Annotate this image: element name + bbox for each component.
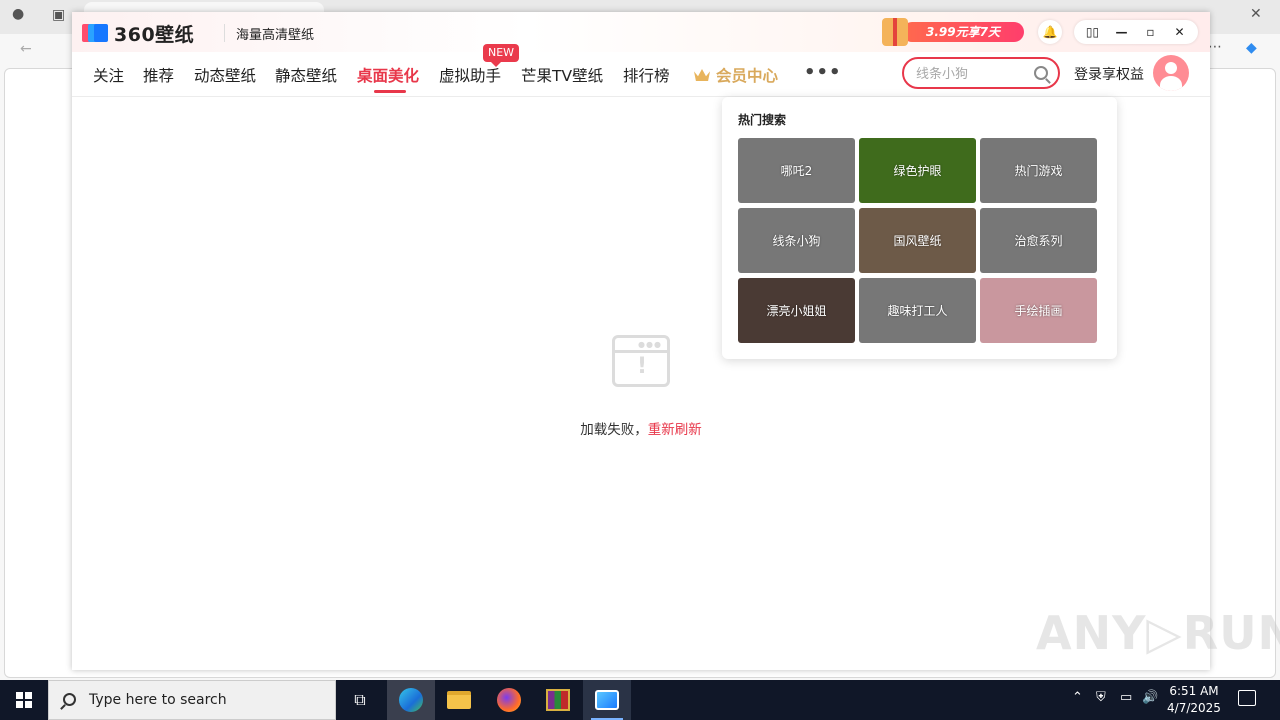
back-arrow-icon[interactable]: ← <box>20 41 32 57</box>
app-logo: 360壁纸 <box>82 21 195 46</box>
active-tab-indicator <box>374 90 406 93</box>
retry-link[interactable]: 重新刷新 <box>648 422 702 438</box>
load-error-message: 加载失败，重新刷新 <box>72 418 1210 438</box>
hot-search-tile[interactable]: 漂亮小姐姐 <box>738 278 855 343</box>
nav-tab-virtual-assistant[interactable]: 虚拟助手 <box>439 64 501 86</box>
firefox-icon <box>497 688 521 712</box>
hot-search-tile[interactable]: 线条小狗 <box>738 208 855 273</box>
taskbar: Type here to search ⧉ ⌃ ⛨ ▭ 🔊 6:51 AM 4/… <box>0 680 1280 720</box>
volume-icon[interactable]: 🔊 <box>1142 690 1158 705</box>
new-badge: NEW <box>483 44 520 67</box>
search-icon[interactable] <box>1034 66 1048 80</box>
browser-menu-icon[interactable]: ⋯ <box>1208 39 1222 55</box>
hot-search-grid: 哪吒2 绿色护眼 热门游戏 线条小狗 国风壁纸 治愈系列 漂亮小姐姐 趣味打工人… <box>738 138 1099 343</box>
nav-tab-static-wallpaper[interactable]: 静态壁纸 <box>275 64 337 86</box>
search-box <box>902 57 1060 89</box>
copilot-icon[interactable]: ◆ <box>1246 40 1257 56</box>
network-icon[interactable]: ▭ <box>1120 690 1132 705</box>
promo-text: 3.99元享7天 <box>902 22 1024 42</box>
search-icon <box>63 693 76 706</box>
nav-tab-recommend[interactable]: 推荐 <box>143 64 174 86</box>
nav-tab-desktop-beautify[interactable]: 桌面美化 <box>357 64 419 86</box>
minimize-button[interactable]: — <box>1109 25 1135 39</box>
taskbar-file-explorer[interactable] <box>435 680 483 720</box>
notification-bell-button[interactable]: 🔔 <box>1038 20 1062 44</box>
taskbar-edge[interactable] <box>387 680 435 720</box>
mini-mode-button[interactable]: ▯▯ <box>1080 25 1106 39</box>
folder-icon <box>447 691 471 709</box>
search-input[interactable] <box>916 64 1026 84</box>
title-divider <box>224 24 225 42</box>
nav-tab-dynamic-wallpaper[interactable]: 动态壁纸 <box>194 64 256 86</box>
windows-logo-icon <box>16 692 32 708</box>
clock-time: 6:51 AM <box>1169 684 1219 698</box>
logo-text: 360壁纸 <box>114 23 195 46</box>
anyrun-watermark: ANY▷RUN <box>1036 606 1280 660</box>
tab-actions-icon[interactable]: ▣ <box>52 7 65 23</box>
nav-tab-follow[interactable]: 关注 <box>93 64 124 86</box>
hot-search-tile[interactable]: 趣味打工人 <box>859 278 976 343</box>
clock-date: 4/7/2025 <box>1167 701 1221 715</box>
window-controls: ▯▯ — ▫ ✕ <box>1074 20 1198 44</box>
hot-search-tile[interactable]: 绿色护眼 <box>859 138 976 203</box>
show-hidden-icons-button[interactable]: ⌃ <box>1072 690 1083 705</box>
app-tagline: 海量高清壁纸 <box>236 28 315 43</box>
more-menu-button[interactable]: ••• <box>804 62 842 83</box>
hot-search-tile[interactable]: 哪吒2 <box>738 138 855 203</box>
hot-search-title: 热门搜索 <box>738 113 787 127</box>
wallpaper-app-icon <box>595 690 619 710</box>
hot-search-tile[interactable]: 国风壁纸 <box>859 208 976 273</box>
hot-search-dropdown: 热门搜索 哪吒2 绿色护眼 热门游戏 线条小狗 国风壁纸 治愈系列 漂亮小姐姐 … <box>722 97 1117 359</box>
notification-center-icon[interactable] <box>1238 690 1256 706</box>
task-view-button[interactable]: ⧉ <box>336 680 384 720</box>
nav-tab-mango-tv[interactable]: 芒果TV壁纸 <box>521 64 603 86</box>
hot-search-tile[interactable]: 热门游戏 <box>980 138 1097 203</box>
avatar[interactable] <box>1153 55 1189 91</box>
start-button[interactable] <box>0 680 48 720</box>
winrar-icon <box>546 689 570 711</box>
taskbar-winrar[interactable] <box>534 680 582 720</box>
task-view-icon: ⧉ <box>354 690 366 709</box>
wallpaper-app-window: 360壁纸 海量高清壁纸 3.99元享7天 🔔 ▯▯ — ▫ ✕ 关注 推荐 动… <box>72 12 1210 670</box>
hot-search-tile[interactable]: 手绘插画 <box>980 278 1097 343</box>
close-button[interactable]: ✕ <box>1167 25 1193 39</box>
bell-icon: 🔔 <box>1042 25 1058 39</box>
title-bar: 360壁纸 海量高清壁纸 3.99元享7天 🔔 ▯▯ — ▫ ✕ <box>72 12 1210 52</box>
taskbar-search[interactable]: Type here to search <box>48 680 336 720</box>
taskbar-360-wallpaper[interactable] <box>583 680 631 720</box>
load-error-icon: ●●● ! <box>612 335 670 387</box>
nav-tab-ranking[interactable]: 排行榜 <box>623 64 670 86</box>
promo-banner[interactable]: 3.99元享7天 <box>882 18 1024 46</box>
crown-icon <box>694 69 710 81</box>
vip-center-link[interactable]: 会员中心 <box>694 64 778 86</box>
login-link[interactable]: 登录享权益 <box>1074 64 1144 84</box>
error-text: 加载失败， <box>580 422 648 438</box>
main-nav: 关注 推荐 动态壁纸 静态壁纸 桌面美化 NEW 虚拟助手 芒果TV壁纸 排行榜… <box>72 44 1210 97</box>
browser-close-icon[interactable]: ✕ <box>1250 6 1262 22</box>
gift-icon <box>882 18 908 46</box>
vip-label: 会员中心 <box>716 67 779 85</box>
security-tray-icon[interactable]: ⛨ <box>1096 690 1106 705</box>
taskbar-search-text: Type here to search <box>89 692 227 708</box>
hot-search-tile[interactable]: 治愈系列 <box>980 208 1097 273</box>
edge-icon <box>399 688 423 712</box>
taskbar-firefox[interactable] <box>485 680 533 720</box>
profile-icon[interactable]: ● <box>12 6 24 22</box>
logo-mark-icon <box>82 22 110 44</box>
maximize-button[interactable]: ▫ <box>1138 25 1164 39</box>
system-clock[interactable]: 6:51 AM 4/7/2025 <box>1160 683 1228 717</box>
